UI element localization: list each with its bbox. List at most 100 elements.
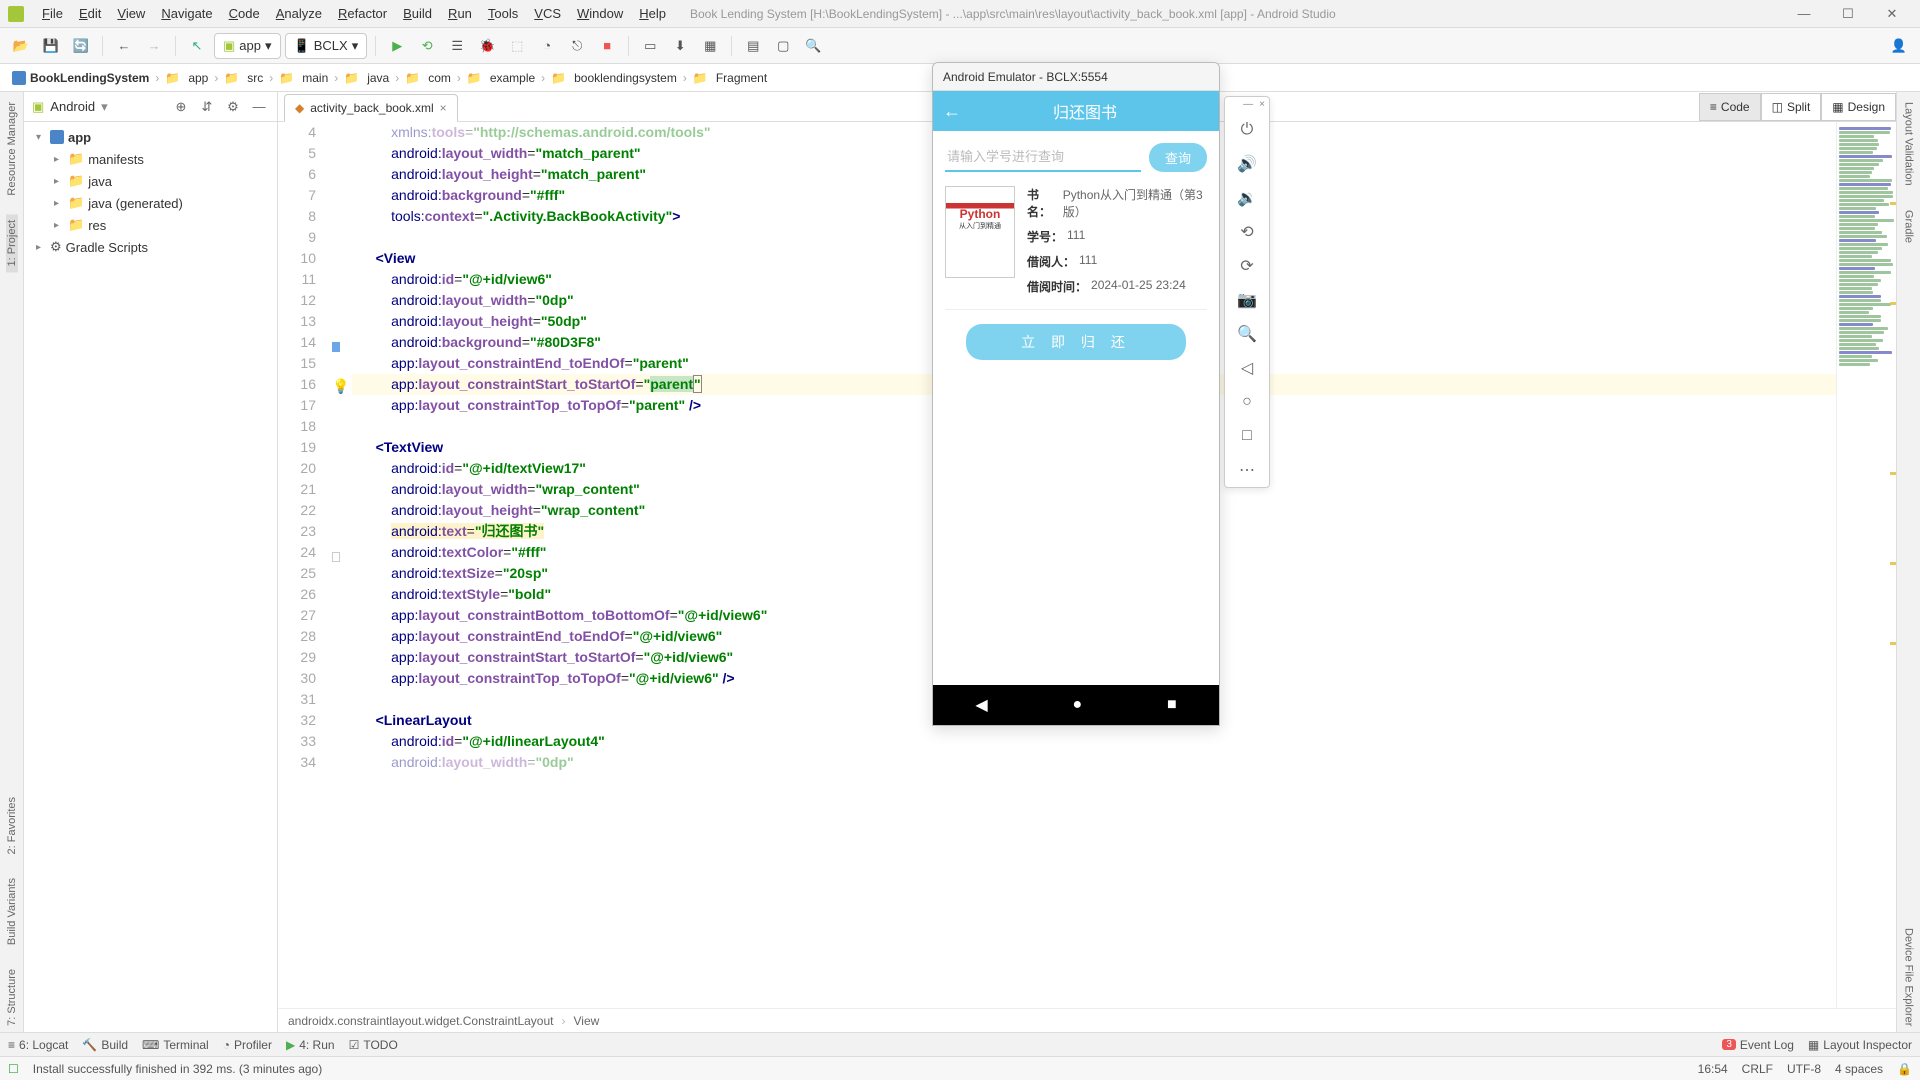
- save-icon[interactable]: 💾: [38, 33, 64, 59]
- rail-build-variants[interactable]: Build Variants: [6, 872, 18, 951]
- collapse-icon[interactable]: ⇵: [197, 99, 217, 115]
- tool-profiler[interactable]: ◔Profiler: [223, 1038, 272, 1052]
- sdk-icon[interactable]: ⬇: [667, 33, 693, 59]
- menu-navigate[interactable]: Navigate: [153, 4, 220, 23]
- tool-event-log[interactable]: 3Event Log: [1722, 1038, 1794, 1052]
- minimize-button[interactable]: —: [1784, 6, 1824, 21]
- emu-home-icon[interactable]: ○: [1225, 385, 1269, 419]
- gear-icon[interactable]: ⚙: [223, 99, 243, 115]
- status-lock-icon[interactable]: 🔒: [1897, 1062, 1912, 1076]
- menu-vcs[interactable]: VCS: [526, 4, 569, 23]
- forward-icon[interactable]: →: [141, 33, 167, 59]
- breadcrumb-item[interactable]: 📁com: [401, 71, 455, 85]
- menu-run[interactable]: Run: [440, 4, 480, 23]
- search-button[interactable]: 查询: [1149, 143, 1207, 172]
- menu-view[interactable]: View: [109, 4, 153, 23]
- rotate-left-icon[interactable]: ⟲: [1225, 215, 1269, 249]
- run-icon[interactable]: ▶: [384, 33, 410, 59]
- tool-logcat[interactable]: ≡6: Logcat: [8, 1038, 68, 1052]
- tool-run[interactable]: ▶4: Run: [286, 1038, 335, 1052]
- tree-node[interactable]: ▾ app: [24, 126, 277, 148]
- attach-icon[interactable]: ⎋: [564, 33, 590, 59]
- emulator-title[interactable]: Android Emulator - BCLX:5554: [933, 63, 1219, 91]
- search-icon[interactable]: 🔍: [800, 33, 826, 59]
- breadcrumb-item[interactable]: View: [574, 1014, 600, 1028]
- breadcrumb-item[interactable]: 📁java: [340, 71, 393, 85]
- tool-build[interactable]: 🔨Build: [82, 1038, 128, 1052]
- rail-layout-validation[interactable]: Layout Validation: [1903, 96, 1915, 192]
- rail-gradle[interactable]: Gradle: [1903, 204, 1915, 249]
- breadcrumb-item[interactable]: androidx.constraintlayout.widget.Constra…: [288, 1014, 554, 1028]
- breadcrumb-item[interactable]: BookLendingSystem: [8, 71, 153, 85]
- hide-icon[interactable]: —: [249, 99, 269, 114]
- breadcrumb-item[interactable]: 📁example: [463, 71, 539, 85]
- menu-window[interactable]: Window: [569, 4, 631, 23]
- status-indent[interactable]: 4 spaces: [1835, 1062, 1883, 1076]
- tool-terminal[interactable]: ⌨Terminal: [142, 1038, 209, 1052]
- nav-recent-icon[interactable]: ■: [1167, 696, 1177, 714]
- tab-split[interactable]: ◫Split: [1761, 93, 1822, 121]
- breadcrumb-item[interactable]: 📁app: [161, 71, 212, 85]
- sync-icon[interactable]: 🔄: [68, 33, 94, 59]
- pointer-icon[interactable]: ↖: [184, 33, 210, 59]
- tree-node[interactable]: ▸📁 res: [24, 214, 277, 236]
- breadcrumb-item[interactable]: 📁main: [275, 71, 332, 85]
- menu-analyze[interactable]: Analyze: [268, 4, 330, 23]
- project-view-label[interactable]: Android: [50, 99, 95, 114]
- avd-icon[interactable]: ▭: [637, 33, 663, 59]
- nav-home-icon[interactable]: ●: [1072, 696, 1082, 714]
- device-selector[interactable]: 📱 BCLX ▾: [285, 33, 368, 59]
- profile-icon[interactable]: ◔: [534, 33, 560, 59]
- emu-back-icon[interactable]: ◁: [1225, 351, 1269, 385]
- tab-code[interactable]: ≡Code: [1699, 93, 1761, 121]
- apply-changes-icon[interactable]: ⟲: [414, 33, 440, 59]
- camera-icon[interactable]: 📷: [1225, 283, 1269, 317]
- tool-todo[interactable]: ☑TODO: [349, 1038, 398, 1052]
- breadcrumb-item[interactable]: 📁booklendingsystem: [547, 71, 681, 85]
- rotate-right-icon[interactable]: ⟳: [1225, 249, 1269, 283]
- layout-icon[interactable]: ▤: [740, 33, 766, 59]
- tool-layout-inspector[interactable]: ▦Layout Inspector: [1808, 1038, 1912, 1052]
- return-book-button[interactable]: 立 即 归 还: [966, 324, 1186, 360]
- minimap[interactable]: [1836, 122, 1896, 1008]
- open-icon[interactable]: 📂: [8, 33, 34, 59]
- rail-structure[interactable]: 7: Structure: [6, 963, 18, 1032]
- nav-back-icon[interactable]: ◀: [975, 695, 987, 715]
- search-input[interactable]: [945, 143, 1141, 172]
- close-button[interactable]: ✕: [1872, 6, 1912, 22]
- tree-node[interactable]: ▸⚙ Gradle Scripts: [24, 236, 277, 258]
- status-encoding[interactable]: UTF-8: [1787, 1062, 1821, 1076]
- resource-icon[interactable]: ▦: [697, 33, 723, 59]
- close-tab-icon[interactable]: ×: [440, 101, 447, 115]
- stop-icon[interactable]: ■: [594, 33, 620, 59]
- file-tab[interactable]: ◆ activity_back_book.xml ×: [284, 94, 458, 122]
- coverage-icon[interactable]: ⬚: [504, 33, 530, 59]
- rail-device-explorer[interactable]: Device File Explorer: [1903, 922, 1915, 1032]
- tree-node[interactable]: ▸📁 java (generated): [24, 192, 277, 214]
- rail-project[interactable]: 1: Project: [6, 214, 18, 272]
- zoom-icon[interactable]: 🔍: [1225, 317, 1269, 351]
- emu-close-icon[interactable]: ×: [1259, 99, 1265, 111]
- volume-down-icon[interactable]: 🔉: [1225, 181, 1269, 215]
- emulator-icon[interactable]: ▢: [770, 33, 796, 59]
- tab-design[interactable]: ▦Design: [1821, 93, 1896, 121]
- debug-icon[interactable]: ☰: [444, 33, 470, 59]
- menu-refactor[interactable]: Refactor: [330, 4, 395, 23]
- breadcrumb-item[interactable]: 📁src: [220, 71, 267, 85]
- emu-overview-icon[interactable]: □: [1225, 419, 1269, 453]
- emulator-screen[interactable]: ← 归还图书 查询 Python 从入门到精通 书名：Python从入门到精通（…: [933, 91, 1219, 725]
- back-icon[interactable]: ←: [111, 33, 137, 59]
- rail-resource-manager[interactable]: Resource Manager: [6, 96, 18, 202]
- volume-up-icon[interactable]: 🔊: [1225, 147, 1269, 181]
- tree-node[interactable]: ▸📁 java: [24, 170, 277, 192]
- menu-build[interactable]: Build: [395, 4, 440, 23]
- run-config-selector[interactable]: ▣ app ▾: [214, 33, 281, 59]
- menu-code[interactable]: Code: [221, 4, 268, 23]
- tree-node[interactable]: ▸📁 manifests: [24, 148, 277, 170]
- status-line-ending[interactable]: CRLF: [1742, 1062, 1773, 1076]
- rail-favorites[interactable]: 2: Favorites: [6, 791, 18, 860]
- menu-edit[interactable]: Edit: [71, 4, 109, 23]
- menu-help[interactable]: Help: [631, 4, 674, 23]
- emu-minimize-icon[interactable]: —: [1243, 99, 1253, 111]
- user-icon[interactable]: 👤: [1886, 33, 1912, 59]
